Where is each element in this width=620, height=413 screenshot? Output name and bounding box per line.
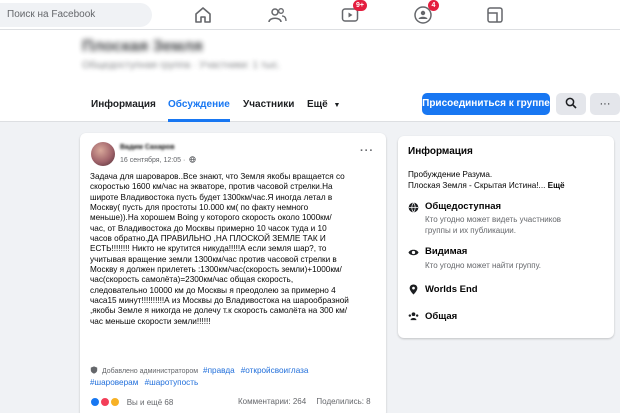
post-text-line: ,якобы Земле я никогда не долечу т.к ско… [90, 306, 347, 316]
hashtag-link[interactable]: #шароверам [90, 378, 138, 387]
reactions-summary[interactable]: Вы и ещё 68 [90, 397, 173, 407]
admin-added-note: Добавлено администратором #правда #откро… [90, 366, 308, 375]
post-text-line: следовательно 10000 км до Москвы я преод… [90, 285, 336, 295]
gaming-icon[interactable] [485, 5, 505, 25]
post-text-line: час(скорость самолёта)=2300км/час общая … [90, 275, 294, 285]
people-icon [408, 312, 419, 321]
post-date-text: 16 сентября, 12:05 · [120, 157, 186, 164]
post-text-line: Москву я должен прилететь :1300км/час(ск… [90, 265, 342, 275]
watch-notification-badge: 9+ [353, 0, 367, 11]
post-text-line: учитывая вращение земли 1300км/час проти… [90, 254, 337, 264]
post-text-line: Задача для шароваров..Все знают, что Зем… [90, 172, 345, 181]
privacy-description-line: Кто угодно может видеть участников [425, 215, 562, 224]
group-title: Плоская Земля [82, 38, 203, 55]
love-reaction-icon [100, 397, 111, 407]
tab-members[interactable]: Участники [243, 94, 294, 122]
post-menu-button[interactable]: ··· [360, 145, 374, 157]
post-author[interactable]: Вадим Сахаров [120, 144, 175, 151]
globe-icon [189, 156, 196, 163]
group-header: Плоская Земля Общедоступная группа · Уча… [0, 30, 620, 122]
description-line: Плоская Земля - Скрытая Истина!... Ещё [408, 180, 565, 191]
more-options-button[interactable]: ··· [590, 93, 620, 115]
post-text-line: часов обратно.ДА ПРАВИЛЬНО ,НА ПЛОСКОЙ З… [90, 234, 326, 244]
post-text-line: ЕСТЬ!!!!!!!! Никто не крутится никуда!!!… [90, 244, 327, 254]
post-card: Вадим Сахаров 16 сентября, 12:05 · ··· З… [80, 133, 386, 413]
tab-information[interactable]: Информация [91, 94, 156, 122]
tab-discussion[interactable]: Обсуждение [168, 94, 230, 122]
shield-icon [90, 366, 98, 374]
tab-more-label: Ещё [307, 99, 328, 110]
post-text: Задача для шароваров..Все знают, что Зем… [90, 172, 382, 327]
home-icon[interactable] [193, 5, 213, 25]
avatar[interactable] [91, 142, 115, 166]
visibility-title: Видимая [425, 246, 468, 257]
post-text-line: час, от Владивостока до Москвы примерно … [90, 223, 327, 233]
friends-icon[interactable] [267, 5, 287, 25]
hashtag-link[interactable]: #шаротупость [145, 378, 199, 387]
reactions-count: Вы и ещё 68 [126, 398, 174, 407]
globe-icon [408, 202, 419, 213]
shares-count[interactable]: Поделились: 8 [316, 397, 370, 406]
post-text-line: широте Владивостока пусть будет 1300км/ч… [90, 192, 333, 202]
haha-reaction-icon [110, 397, 121, 407]
search-group-button[interactable] [556, 93, 586, 115]
tab-more[interactable]: Ещё ▼ [307, 94, 340, 122]
eye-icon [408, 249, 419, 256]
hashtag-link[interactable]: #правда [203, 366, 235, 375]
post-text-line: часа15 минут!!!!!!!!!!А из Москвы до Вла… [90, 296, 349, 306]
info-title: Информация [408, 146, 473, 157]
post-text-line: час меньше скорости земли!!!!!! [90, 316, 211, 326]
privacy-description: Кто угодно может видеть участников групп… [425, 214, 561, 236]
engagement-counts: Комментарии: 264 Поделились: 8 [238, 397, 371, 406]
comments-count[interactable]: Комментарии: 264 [238, 397, 306, 406]
groups-notification-badge: 4 [428, 0, 439, 11]
post-text-line: меньше)).На хорошем Boing у которого ско… [90, 213, 332, 223]
privacy-title: Общедоступная [425, 201, 502, 212]
visibility-description: Кто угодно может найти группу. [425, 261, 542, 270]
description-line: Пробуждение Разума. [408, 170, 493, 179]
hashtag-link[interactable]: #откройсвоиглаза [241, 366, 309, 375]
group-subtitle: Общедоступная группа · Участники: 1 тыс. [82, 60, 281, 71]
like-reaction-icon [90, 397, 100, 407]
group-info-card: Информация Пробуждение Разума. Плоская З… [398, 136, 614, 338]
location-link[interactable]: Worlds End [425, 284, 478, 295]
location-pin-icon [409, 284, 418, 295]
chevron-down-icon: ▼ [333, 102, 341, 109]
group-type-title: Общая [425, 311, 458, 322]
admin-added-label: Добавлено администратором [101, 368, 199, 375]
top-navigation-bar: Поиск на Facebook 9+ 4 [0, 0, 620, 30]
see-more-link[interactable]: Ещё [548, 181, 565, 190]
post-text-line: Москву( пусть для простоты 10.000 км( по… [90, 203, 309, 213]
description-line-text: Плоская Земля - Скрытая Истина!... [408, 181, 546, 190]
join-group-button[interactable]: Присоединиться к группе [422, 93, 550, 115]
search-input[interactable]: Поиск на Facebook [0, 3, 152, 27]
post-text-line: скоростью 1600 км/час на экваторе, проти… [90, 182, 333, 192]
post-date[interactable]: 16 сентября, 12:05 · [120, 156, 196, 164]
hashtag-row: #шароверам #шаротупость [90, 378, 198, 387]
group-description: Пробуждение Разума. Плоская Земля - Скры… [408, 169, 565, 191]
search-icon [565, 97, 577, 109]
privacy-description-line: группы и их публикации. [425, 226, 516, 235]
